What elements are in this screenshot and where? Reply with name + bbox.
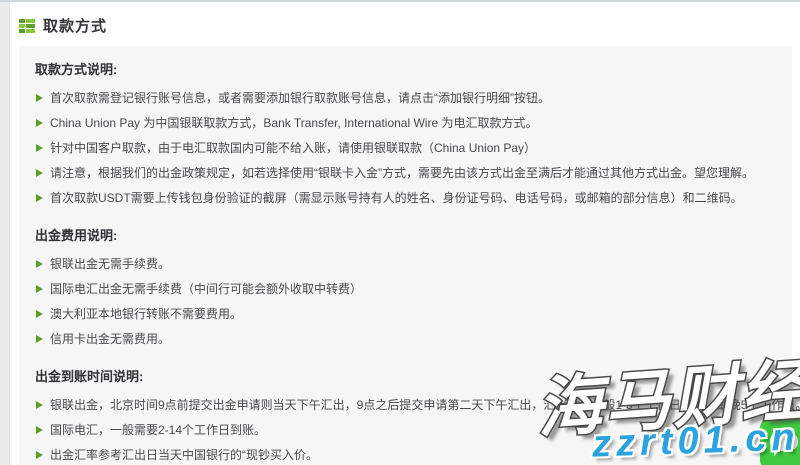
- arrow-bullet-icon: [36, 285, 43, 293]
- arrow-bullet-icon: [36, 310, 43, 318]
- list-item-text: 信用卡出金无需费用。: [50, 331, 170, 348]
- list-item-text: 首次取款需登记银行账号信息，或者需要添加银行取款账号信息，请点击“添加银行明细”…: [50, 90, 550, 107]
- arrow-bullet-icon: [36, 144, 43, 152]
- arrow-bullet-icon: [36, 260, 43, 268]
- list-item-text: 首次取款USDT需要上传钱包身份验证的截屏（需显示账号持有人的姓名、身份证号码、…: [50, 190, 743, 207]
- section-withdraw-methods: 取款方式说明: 首次取款需登记银行账号信息，或者需要添加银行取款账号信息，请点击…: [35, 59, 776, 207]
- list-item-text: 银联出金无需手续费。: [50, 256, 170, 273]
- list-item: 请注意，根据我们的出金政策规定，如若选择使用“银联卡入金”方式，需要先由该方式出…: [35, 165, 776, 182]
- arrow-bullet-icon: [36, 119, 43, 127]
- list-item-text: 国际电汇出金无需手续费（中间行可能会额外收取中转费）: [50, 281, 362, 298]
- list-item: China Union Pay 为中国银联取款方式，Bank Transfer,…: [35, 115, 776, 132]
- section-withdraw-fees: 出金费用说明: 银联出金无需手续费。 国际电汇出金无需手续费（中间行可能会额外收…: [35, 225, 776, 348]
- list-item: 首次取款需登记银行账号信息，或者需要添加银行取款账号信息，请点击“添加银行明细”…: [35, 90, 776, 107]
- page-left-edge: [0, 2, 10, 465]
- grid-list-icon: [19, 19, 35, 33]
- list-item: 首次取款USDT需要上传钱包身份验证的截屏（需显示账号持有人的姓名、身份证号码、…: [35, 190, 776, 207]
- list-item: 针对中国客户取款，由于电汇取款国内可能不给入账，请使用银联取款（China Un…: [35, 140, 776, 157]
- page-title: 取款方式: [43, 15, 107, 36]
- list-item-text: 澳大利亚本地银行转账不需要费用。: [50, 306, 242, 323]
- arrow-bullet-icon: [36, 169, 43, 177]
- arrow-bullet-icon: [36, 426, 43, 434]
- section-heading: 取款方式说明:: [35, 59, 776, 78]
- arrow-bullet-icon: [36, 401, 43, 409]
- list-item-text: 针对中国客户取款，由于电汇取款国内可能不给入账，请使用银联取款（China Un…: [50, 140, 536, 157]
- list-item: 银联出金无需手续费。: [35, 256, 776, 273]
- watermark-site-url: zzrt01.cn: [592, 416, 800, 465]
- arrow-bullet-icon: [36, 451, 43, 459]
- list-item: 澳大利亚本地银行转账不需要费用。: [35, 306, 776, 323]
- list-item-text: 请注意，根据我们的出金政策规定，如若选择使用“银联卡入金”方式，需要先由该方式出…: [50, 165, 754, 182]
- arrow-bullet-icon: [36, 94, 43, 102]
- section-heading: 出金费用说明:: [35, 225, 776, 244]
- arrow-bullet-icon: [36, 194, 43, 202]
- arrow-bullet-icon: [36, 335, 43, 343]
- list-item-text: 国际电汇，一般需要2-14个工作日到账。: [50, 422, 266, 439]
- list-item: 国际电汇出金无需手续费（中间行可能会额外收取中转费）: [35, 281, 776, 298]
- page-header: 取款方式: [11, 2, 800, 46]
- list-item-text: 出金汇率参考汇出日当天中国银行的“现钞买入价。: [50, 447, 318, 464]
- list-item-text: China Union Pay 为中国银联取款方式，Bank Transfer,…: [50, 115, 537, 132]
